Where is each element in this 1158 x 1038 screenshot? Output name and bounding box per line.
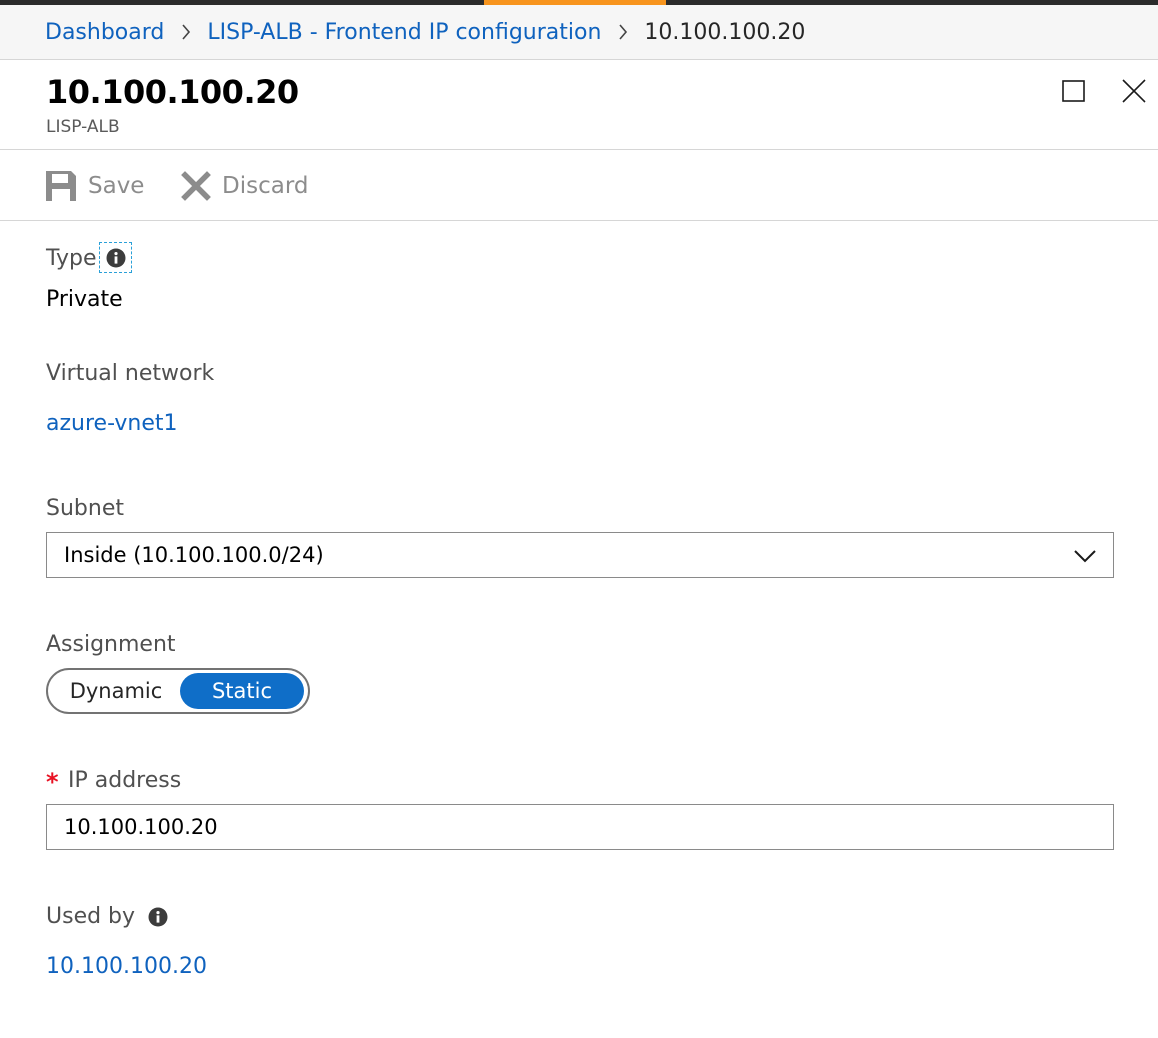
save-button[interactable]: Save: [45, 169, 144, 203]
used-by-link[interactable]: 10.100.100.20: [46, 954, 207, 979]
assignment-toggle: Dynamic Static: [46, 668, 310, 714]
breadcrumb-current: 10.100.100.20: [644, 19, 806, 45]
chevron-down-icon: [1073, 546, 1097, 570]
type-info-button[interactable]: [99, 242, 132, 273]
breadcrumb-item-frontend-ip-configuration[interactable]: LISP-ALB - Frontend IP configuration: [207, 20, 601, 45]
ip-address-input[interactable]: [46, 804, 1114, 850]
ip-address-label: IP address: [68, 768, 182, 793]
info-icon: [106, 248, 125, 267]
info-icon[interactable]: [148, 907, 168, 927]
type-label: Type: [46, 246, 97, 271]
blade-header: 10.100.100.20 LISP-ALB: [0, 60, 1158, 150]
maximize-icon: [1062, 80, 1085, 102]
close-button[interactable]: [1121, 78, 1147, 104]
chevron-right-icon: [618, 23, 628, 41]
subnet-select[interactable]: Inside (10.100.100.0/24): [46, 532, 1114, 578]
save-label: Save: [88, 173, 145, 199]
discard-button[interactable]: Discard: [181, 169, 308, 203]
used-by-label-text: Used by: [46, 904, 136, 929]
discard-icon: [181, 171, 211, 201]
virtual-network-label: Virtual network: [46, 361, 215, 386]
assignment-option-dynamic[interactable]: Dynamic: [52, 673, 180, 709]
discard-label: Discard: [222, 173, 309, 199]
breadcrumb: Dashboard LISP-ALB - Frontend IP configu…: [0, 5, 1158, 60]
command-bar: Save Discard: [0, 150, 1158, 221]
close-icon: [1122, 79, 1146, 103]
type-value: Private: [46, 287, 123, 312]
page-subtitle: LISP-ALB: [46, 117, 120, 137]
assignment-option-static[interactable]: Static: [180, 673, 304, 709]
page-title: 10.100.100.20: [46, 73, 299, 111]
maximize-button[interactable]: [1061, 78, 1087, 104]
virtual-network-link[interactable]: azure-vnet1: [46, 411, 178, 436]
subnet-selected-value: Inside (10.100.100.0/24): [64, 543, 324, 567]
required-indicator: *: [46, 768, 59, 796]
save-icon: [45, 170, 77, 202]
breadcrumb-item-dashboard[interactable]: Dashboard: [45, 20, 164, 45]
chevron-right-icon: [181, 23, 191, 41]
assignment-label: Assignment: [46, 632, 176, 657]
used-by-label: Used by: [46, 904, 168, 929]
subnet-label: Subnet: [46, 496, 124, 521]
